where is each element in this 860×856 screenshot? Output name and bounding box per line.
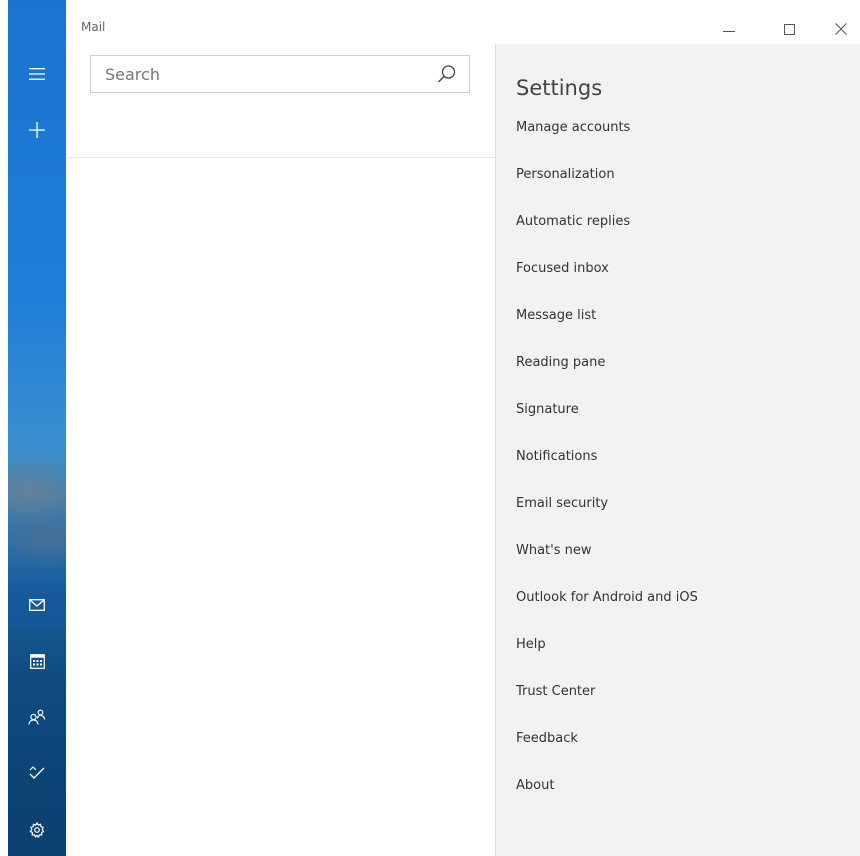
maximize-icon bbox=[783, 23, 795, 35]
settings-item-outlook-mobile[interactable]: Outlook for Android and iOS bbox=[496, 574, 860, 621]
settings-item-notifications[interactable]: Notifications bbox=[496, 433, 860, 480]
todo-icon bbox=[29, 766, 45, 779]
new-mail-button[interactable] bbox=[8, 107, 66, 153]
calendar-icon bbox=[29, 653, 45, 669]
settings-nav-button[interactable] bbox=[8, 807, 66, 853]
settings-item-about[interactable]: About bbox=[496, 762, 860, 809]
calendar-nav-button[interactable] bbox=[8, 638, 66, 684]
navigation-rail bbox=[8, 0, 66, 856]
gear-icon bbox=[29, 822, 45, 838]
expand-menu-button[interactable] bbox=[8, 51, 66, 97]
search-box bbox=[90, 55, 470, 93]
close-icon bbox=[835, 23, 847, 35]
settings-item-trust-center[interactable]: Trust Center bbox=[496, 668, 860, 715]
settings-item-manage-accounts[interactable]: Manage accounts bbox=[496, 104, 860, 151]
settings-item-automatic-replies[interactable]: Automatic replies bbox=[496, 198, 860, 245]
settings-title: Settings bbox=[516, 76, 603, 101]
settings-item-signature[interactable]: Signature bbox=[496, 386, 860, 433]
minimize-button[interactable] bbox=[714, 14, 744, 44]
maximize-button[interactable] bbox=[774, 14, 804, 44]
title-bar: Mail bbox=[66, 0, 860, 44]
todo-nav-button[interactable] bbox=[8, 750, 66, 796]
settings-item-reading-pane[interactable]: Reading pane bbox=[496, 339, 860, 386]
search-button[interactable] bbox=[437, 64, 457, 88]
message-list-divider bbox=[66, 157, 496, 158]
settings-item-feedback[interactable]: Feedback bbox=[496, 715, 860, 762]
window-title: Mail bbox=[81, 20, 106, 34]
plus-icon bbox=[29, 122, 45, 138]
mail-nav-button[interactable] bbox=[8, 582, 66, 628]
minimize-icon bbox=[723, 31, 735, 32]
settings-item-email-security[interactable]: Email security bbox=[496, 480, 860, 527]
settings-panel: Settings Manage accounts Personalization… bbox=[495, 44, 860, 856]
hamburger-menu-icon bbox=[29, 68, 45, 80]
mail-app-window: Mail Settings M bbox=[0, 0, 860, 856]
people-icon bbox=[28, 709, 46, 725]
people-nav-button[interactable] bbox=[8, 694, 66, 740]
settings-item-message-list[interactable]: Message list bbox=[496, 292, 860, 339]
close-button[interactable] bbox=[826, 14, 856, 44]
search-icon bbox=[438, 65, 456, 83]
mail-icon bbox=[29, 599, 45, 611]
settings-item-focused-inbox[interactable]: Focused inbox bbox=[496, 245, 860, 292]
settings-item-whats-new[interactable]: What's new bbox=[496, 527, 860, 574]
search-input[interactable] bbox=[105, 56, 425, 92]
settings-item-help[interactable]: Help bbox=[496, 621, 860, 668]
settings-item-personalization[interactable]: Personalization bbox=[496, 151, 860, 198]
settings-list: Manage accounts Personalization Automati… bbox=[496, 104, 860, 809]
